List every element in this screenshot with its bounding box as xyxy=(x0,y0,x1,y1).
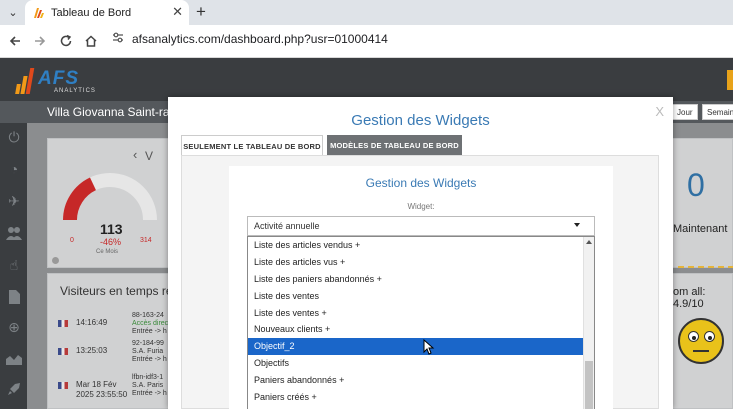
period-week-button[interactable]: Semaine xyxy=(702,104,733,120)
home-icon[interactable] xyxy=(82,32,100,50)
afs-logo[interactable]: AFS ANALYTICS xyxy=(14,66,96,96)
chart-area-icon[interactable] xyxy=(6,351,22,367)
realtime-time: Mar 18 Fév 2025 23:55:50 xyxy=(76,380,128,399)
mouse-cursor-icon xyxy=(423,339,435,355)
now-widget: 0 Maintenant xyxy=(672,138,733,268)
gauge-fill xyxy=(63,177,97,221)
reload-icon[interactable] xyxy=(57,32,75,50)
flag-fr-icon xyxy=(58,382,68,389)
rating-widget: om all: 4.9/10 xyxy=(672,273,733,409)
list-item[interactable]: Liste des articles vendus + xyxy=(248,237,594,254)
scroll-up-icon[interactable] xyxy=(586,240,592,244)
now-label: Maintenant xyxy=(673,223,728,235)
list-item[interactable]: Liste des ventes + xyxy=(248,304,594,321)
gauge-max: 314 xyxy=(140,237,152,244)
widget-select-value: Activité annuelle xyxy=(254,221,320,231)
list-item[interactable]: Objectifs xyxy=(248,355,594,372)
back-arrow-icon[interactable] xyxy=(6,32,24,50)
url-field[interactable]: afsanalytics.com/dashboard.php?usr=01000… xyxy=(112,32,388,46)
header-badge[interactable] xyxy=(727,70,733,90)
widget-field-label: Widget: xyxy=(407,202,435,211)
tune-icon[interactable] xyxy=(112,32,124,46)
list-item[interactable]: Paniers abandonnés + xyxy=(248,371,594,388)
widget-options-list[interactable]: Liste des articles vendus + Liste des ar… xyxy=(247,236,595,409)
url-text: afsanalytics.com/dashboard.php?usr=01000… xyxy=(132,32,388,46)
neutral-face-icon xyxy=(678,318,724,364)
modal-title: Gestion des Widgets xyxy=(351,112,490,129)
realtime-time: 13:25:03 xyxy=(76,346,108,355)
list-item[interactable]: Liste des ventes xyxy=(248,287,594,304)
flag-fr-icon xyxy=(58,348,68,355)
caret-down-icon xyxy=(574,223,580,227)
logo-brand: AFS xyxy=(38,68,79,89)
modal-panel: Gestion des Widgets Widget: Activité ann… xyxy=(181,155,659,409)
gauge-value: 113 xyxy=(100,221,123,237)
gauge-label: Ce Mois xyxy=(96,249,119,255)
gauge-title: V xyxy=(145,149,154,163)
gauge-percent: -46% xyxy=(100,237,122,247)
users-icon[interactable] xyxy=(6,225,22,241)
settings-dot-icon[interactable] xyxy=(52,257,59,264)
forward-arrow-icon[interactable] xyxy=(31,32,49,50)
gauge-chart xyxy=(63,173,157,221)
logo-sub: ANALYTICS xyxy=(54,88,96,94)
tab-list-chevron-icon[interactable]: ⌄ xyxy=(4,3,22,21)
dashboard-gauge-icon[interactable]: ◔ xyxy=(6,161,22,177)
hand-pointer-icon[interactable]: ☝ xyxy=(6,257,22,273)
now-value: 0 xyxy=(687,167,705,203)
afs-favicon-icon xyxy=(34,7,44,18)
form-title: Gestion des Widgets xyxy=(365,176,477,190)
tab-title: Tableau de Bord xyxy=(51,6,132,19)
tab-dashboard-templates[interactable]: MODÈLES DE TABLEAU DE BORD xyxy=(327,135,462,155)
list-item[interactable]: Liste des paniers abandonnés + xyxy=(248,271,594,288)
new-tab-icon[interactable]: + xyxy=(196,2,206,22)
address-bar: afsanalytics.com/dashboard.php?usr=01000… xyxy=(0,25,733,58)
power-icon[interactable]: ⏻ xyxy=(6,129,22,145)
app-header: AFS ANALYTICS xyxy=(0,58,733,101)
realtime-title: Visiteurs en temps réel xyxy=(60,284,182,298)
browser-tab[interactable]: Tableau de Bord ✕ xyxy=(25,0,189,25)
plane-icon[interactable]: ✈ xyxy=(6,193,22,209)
list-item-highlighted[interactable]: Objectif_2 xyxy=(248,337,594,355)
widget-form: Gestion des Widgets Widget: Activité ann… xyxy=(229,166,613,409)
tab-dashboard-only[interactable]: SEULEMENT LE TABLEAU DE BORD xyxy=(181,135,323,156)
left-icon-bar: ⏻ ◔ ✈ ☝ ⊕ xyxy=(0,123,27,409)
widget-modal: Gestion des Widgets X SEULEMENT LE TABLE… xyxy=(168,97,673,409)
list-item[interactable]: Liste des articles vus + xyxy=(248,254,594,271)
realtime-time: 14:16:49 xyxy=(76,318,108,327)
realtime-info: 92-184-99 S.A. Furia Entrée -> h xyxy=(132,340,167,363)
rating-label: om all: 4.9/10 xyxy=(673,286,706,310)
period-day-button[interactable]: Jour xyxy=(672,104,698,120)
flag-fr-icon xyxy=(58,320,68,327)
scroll-thumb[interactable] xyxy=(585,361,593,409)
dashed-divider xyxy=(678,266,733,268)
list-scrollbar[interactable] xyxy=(583,237,594,409)
rocket-icon[interactable] xyxy=(6,381,22,397)
modal-close-button[interactable]: X xyxy=(655,104,664,119)
widget-select[interactable]: Activité annuelle xyxy=(247,216,595,236)
document-icon[interactable] xyxy=(6,289,22,305)
list-item[interactable]: Nouveaux clients + xyxy=(248,321,594,338)
chevron-left-icon[interactable]: ‹ xyxy=(133,147,137,162)
realtime-info: 88-163-24 Accès direct Entrée -> h xyxy=(132,312,171,335)
list-item[interactable]: Paniers créés + xyxy=(248,388,594,405)
realtime-info: lfbn-idf3-1 S.A. Paris Entrée -> h xyxy=(132,374,167,397)
plus-circle-icon[interactable]: ⊕ xyxy=(6,319,22,335)
tab-close-icon[interactable]: ✕ xyxy=(172,4,183,20)
gauge-min: 0 xyxy=(70,237,74,244)
browser-tab-bar: ⌄ Tableau de Bord ✕ + xyxy=(0,0,733,25)
logo-bars-icon xyxy=(14,68,36,94)
